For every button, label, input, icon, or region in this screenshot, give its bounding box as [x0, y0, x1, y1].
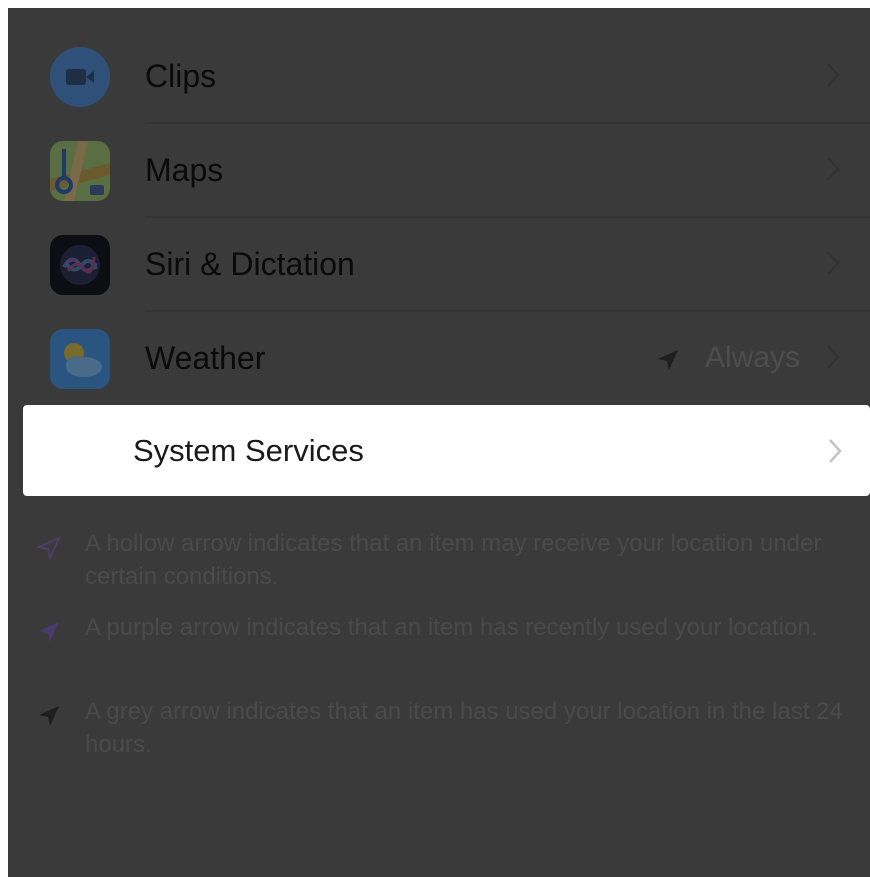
- app-row-siri[interactable]: Siri & Dictation: [8, 219, 870, 309]
- app-row-maps[interactable]: Maps: [8, 125, 870, 215]
- row-separator: [145, 310, 870, 312]
- weather-icon: [50, 329, 110, 389]
- row-separator: [145, 216, 870, 218]
- footer-note: A hollow arrow indicates that an item ma…: [8, 527, 870, 597]
- purple-arrow-icon: [39, 622, 59, 642]
- system-services-row[interactable]: System Services: [23, 405, 870, 496]
- footer-note-text: A grey arrow indicates that an item has …: [85, 698, 843, 758]
- maps-icon: [50, 141, 110, 201]
- footer-note-text: A purple arrow indicates that an item ha…: [85, 614, 818, 641]
- clips-icon: [50, 47, 110, 107]
- app-row-weather[interactable]: Weather Always: [8, 313, 870, 403]
- footer-note: A grey arrow indicates that an item has …: [8, 695, 870, 765]
- location-permission-value: Always: [704, 341, 800, 374]
- system-services-label: System Services: [133, 433, 364, 468]
- chevron-right-icon: [827, 251, 840, 275]
- row-separator: [145, 122, 870, 124]
- location-arrow-icon: [658, 350, 678, 370]
- chevron-right-icon: [827, 63, 840, 87]
- app-row-clips[interactable]: Clips: [8, 31, 870, 121]
- siri-icon: [50, 235, 110, 295]
- footer-note-text: A hollow arrow indicates that an item ma…: [85, 530, 822, 590]
- chevron-right-icon: [829, 439, 842, 463]
- footer-note: A purple arrow indicates that an item ha…: [8, 611, 870, 681]
- chevron-right-icon: [827, 345, 840, 369]
- app-row-label: Maps: [145, 152, 224, 188]
- grey-arrow-icon: [39, 706, 59, 726]
- hollow-arrow-icon: [36, 536, 61, 561]
- chevron-right-icon: [827, 157, 840, 181]
- app-row-label: Siri & Dictation: [145, 246, 355, 282]
- app-row-label: Clips: [145, 58, 217, 94]
- app-row-label: Weather: [145, 340, 266, 376]
- location-services-screen: Clips Maps Siri & Dictation Weather Alwa…: [8, 8, 870, 877]
